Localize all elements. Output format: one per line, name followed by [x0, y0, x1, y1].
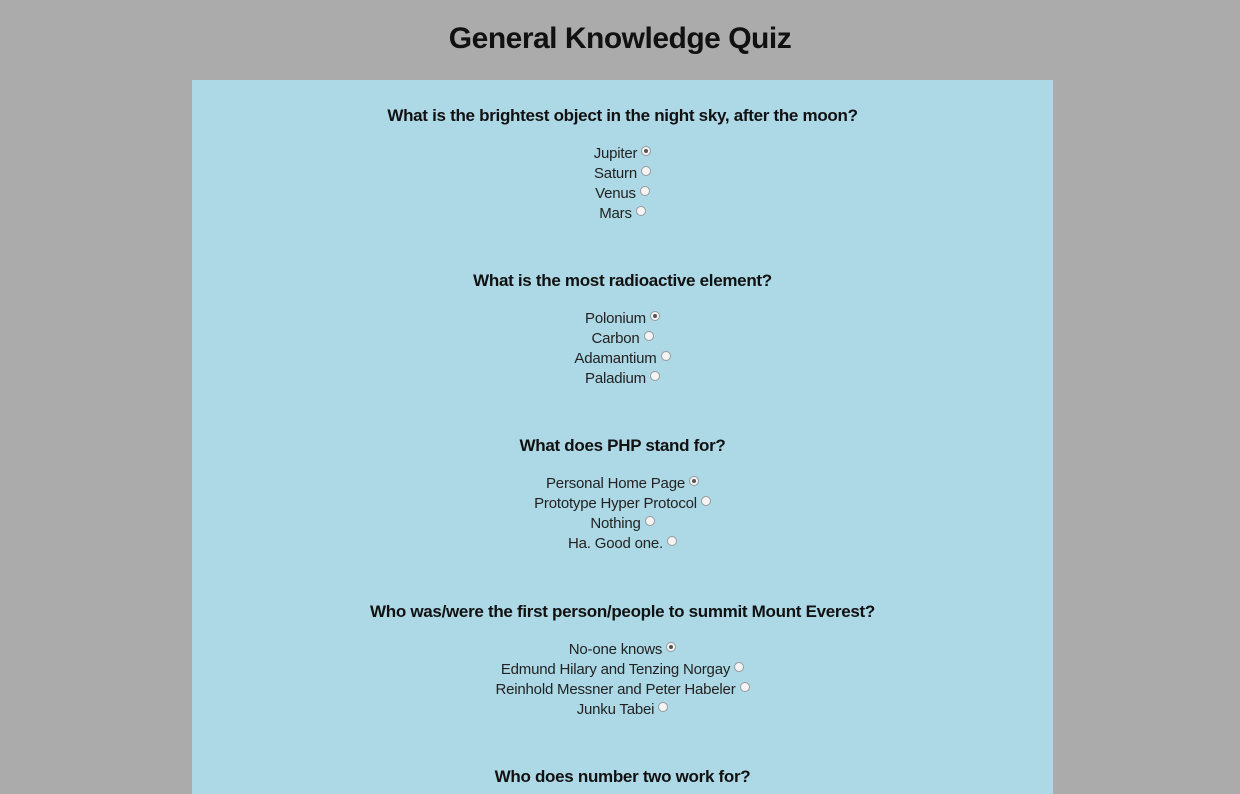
radio-button[interactable] [641, 146, 652, 157]
question-text: Who was/were the first person/people to … [370, 602, 875, 621]
answer-options: Personal Home Page Prototype Hyper Proto… [192, 474, 1053, 554]
radio-button[interactable] [644, 516, 655, 527]
answer-option-carbon[interactable]: Carbon [192, 329, 1053, 349]
radio-button[interactable] [688, 476, 699, 487]
option-label: Carbon [591, 330, 640, 348]
answer-option-no-one-knows[interactable]: No-one knows [192, 640, 1053, 660]
question-5: Who does number two work for? [192, 766, 1053, 788]
option-label: Nothing [590, 515, 641, 533]
answer-option-paladium[interactable]: Paladium [192, 369, 1053, 389]
option-label: Reinhold Messner and Peter Habeler [495, 681, 736, 699]
answer-option-jupiter[interactable]: Jupiter [192, 144, 1053, 164]
question-text: What is the most radioactive element? [473, 271, 772, 290]
answer-option-nothing[interactable]: Nothing [192, 514, 1053, 534]
radio-button[interactable] [643, 331, 654, 342]
question-1: What is the brightest object in the nigh… [192, 105, 1053, 224]
option-label: Prototype Hyper Protocol [534, 495, 697, 513]
radio-button[interactable] [635, 206, 646, 217]
option-label: Saturn [594, 165, 637, 183]
answer-options: Polonium Carbon Adamantium Paladium [192, 309, 1053, 389]
answer-option-polonium[interactable]: Polonium [192, 309, 1053, 329]
radio-button[interactable] [734, 662, 745, 673]
radio-button[interactable] [639, 186, 650, 197]
question-3: What does PHP stand for? Personal Home P… [192, 435, 1053, 554]
option-label: Edmund Hilary and Tenzing Norgay [500, 661, 731, 679]
answer-option-prototype-hyper-protocol[interactable]: Prototype Hyper Protocol [192, 494, 1053, 514]
answer-option-mars[interactable]: Mars [192, 204, 1053, 224]
radio-button[interactable] [658, 702, 669, 713]
answer-option-junku-tabei[interactable]: Junku Tabei [192, 700, 1053, 720]
radio-button[interactable] [700, 496, 711, 507]
answer-option-hilary-norgay[interactable]: Edmund Hilary and Tenzing Norgay [192, 660, 1053, 680]
answer-option-personal-home-page[interactable]: Personal Home Page [192, 474, 1053, 494]
answer-option-messner-habeler[interactable]: Reinhold Messner and Peter Habeler [192, 680, 1053, 700]
option-label: Mars [599, 205, 632, 223]
radio-button[interactable] [666, 536, 677, 547]
radio-button[interactable] [666, 642, 677, 653]
answer-options: No-one knows Edmund Hilary and Tenzing N… [192, 640, 1053, 720]
option-label: No-one knows [568, 641, 663, 659]
option-label: Jupiter [593, 145, 638, 163]
answer-option-ha-good-one[interactable]: Ha. Good one. [192, 534, 1053, 554]
answer-option-saturn[interactable]: Saturn [192, 164, 1053, 184]
page-title: General Knowledge Quiz [448, 22, 792, 55]
question-text: Who does number two work for? [494, 767, 751, 786]
radio-button[interactable] [660, 351, 671, 362]
radio-button[interactable] [739, 682, 750, 693]
answer-option-venus[interactable]: Venus [192, 184, 1053, 204]
radio-button[interactable] [641, 166, 651, 177]
option-label: Polonium [585, 310, 646, 328]
option-label: Personal Home Page [546, 475, 685, 493]
question-text: What is the brightest object in the nigh… [387, 106, 858, 125]
radio-button[interactable] [649, 371, 660, 382]
question-4: Who was/were the first person/people to … [192, 601, 1053, 720]
option-label: Adamantium [574, 350, 657, 368]
option-label: Paladium [585, 370, 646, 388]
answer-option-adamantium[interactable]: Adamantium [192, 349, 1053, 369]
answer-options: Jupiter Saturn Venus Mars [192, 144, 1053, 224]
option-label: Ha. Good one. [568, 535, 663, 553]
question-2: What is the most radioactive element? Po… [192, 270, 1053, 389]
option-label: Junku Tabei [576, 701, 655, 719]
option-label: Venus [595, 185, 636, 203]
radio-button[interactable] [649, 311, 660, 322]
question-text: What does PHP stand for? [519, 436, 726, 455]
quiz-panel: What is the brightest object in the nigh… [192, 80, 1053, 794]
